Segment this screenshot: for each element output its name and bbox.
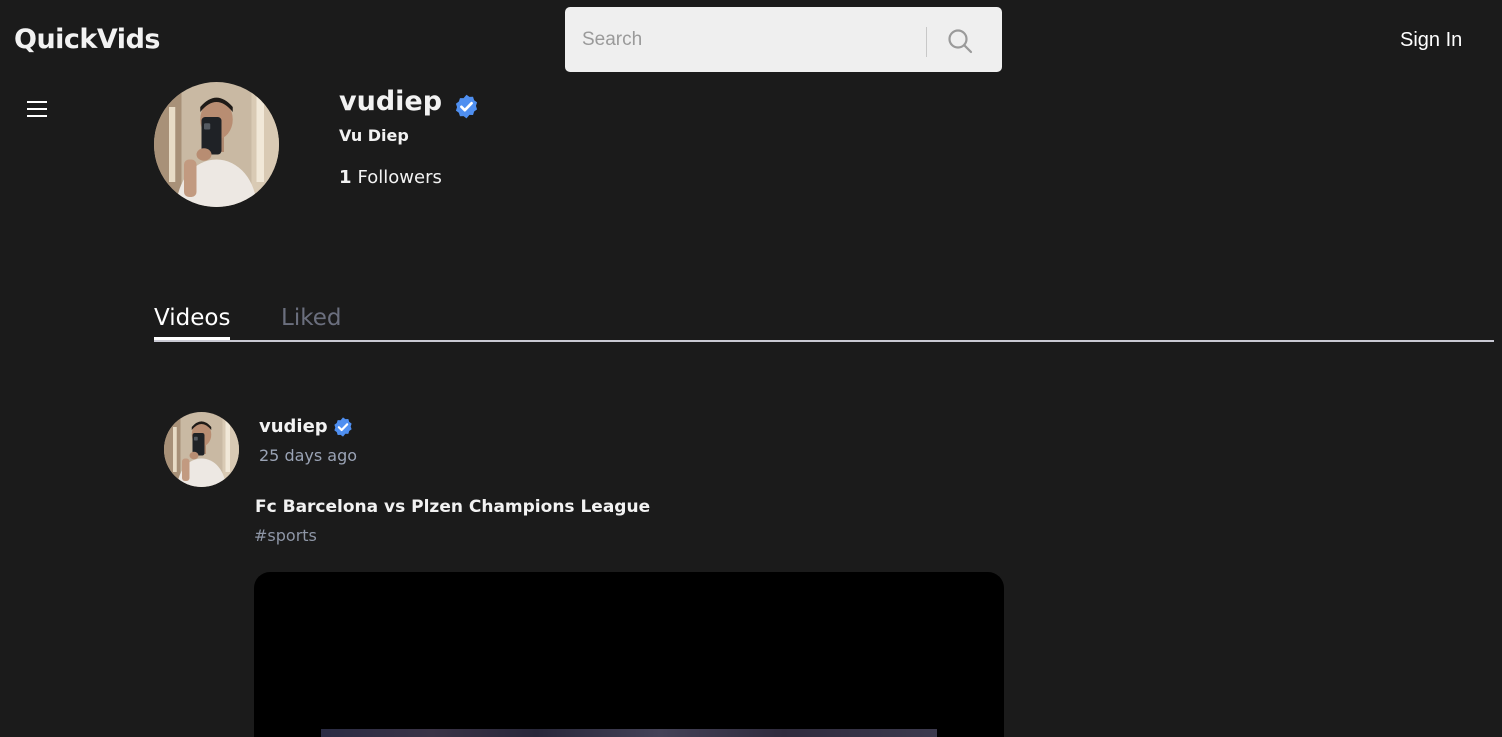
video-player[interactable] xyxy=(254,572,1004,737)
search-bar xyxy=(565,7,1002,72)
verified-badge-icon xyxy=(334,417,352,437)
search-divider xyxy=(926,27,927,57)
tab-liked[interactable]: Liked xyxy=(281,305,341,340)
tab-videos[interactable]: Videos xyxy=(154,305,231,340)
search-input[interactable] xyxy=(565,7,925,72)
post-timestamp: 25 days ago xyxy=(259,446,358,465)
app-logo[interactable]: QuickVids xyxy=(14,24,160,55)
hamburger-menu-icon[interactable] xyxy=(26,99,48,119)
followers-count: 1 Followers xyxy=(339,167,442,188)
post-author-username[interactable]: vudiep xyxy=(259,416,328,437)
post-hashtag[interactable]: #sports xyxy=(254,526,317,545)
followers-number: 1 xyxy=(339,167,352,188)
video-frame-preview xyxy=(321,729,937,737)
sign-in-button[interactable]: Sign In xyxy=(1400,29,1462,52)
profile-username: vudiep xyxy=(339,86,443,117)
verified-badge-icon xyxy=(455,94,478,119)
post-author-avatar[interactable] xyxy=(164,412,239,487)
post-title: Fc Barcelona vs Plzen Champions League xyxy=(255,497,651,517)
profile-avatar xyxy=(154,82,279,207)
page: QuickVids Sign In xyxy=(0,0,1502,737)
profile-full-name: Vu Diep xyxy=(339,126,409,145)
search-icon xyxy=(948,29,973,54)
followers-label: Followers xyxy=(357,167,442,188)
profile-tabs: Videos Liked xyxy=(154,305,1494,342)
search-button[interactable] xyxy=(938,23,982,59)
